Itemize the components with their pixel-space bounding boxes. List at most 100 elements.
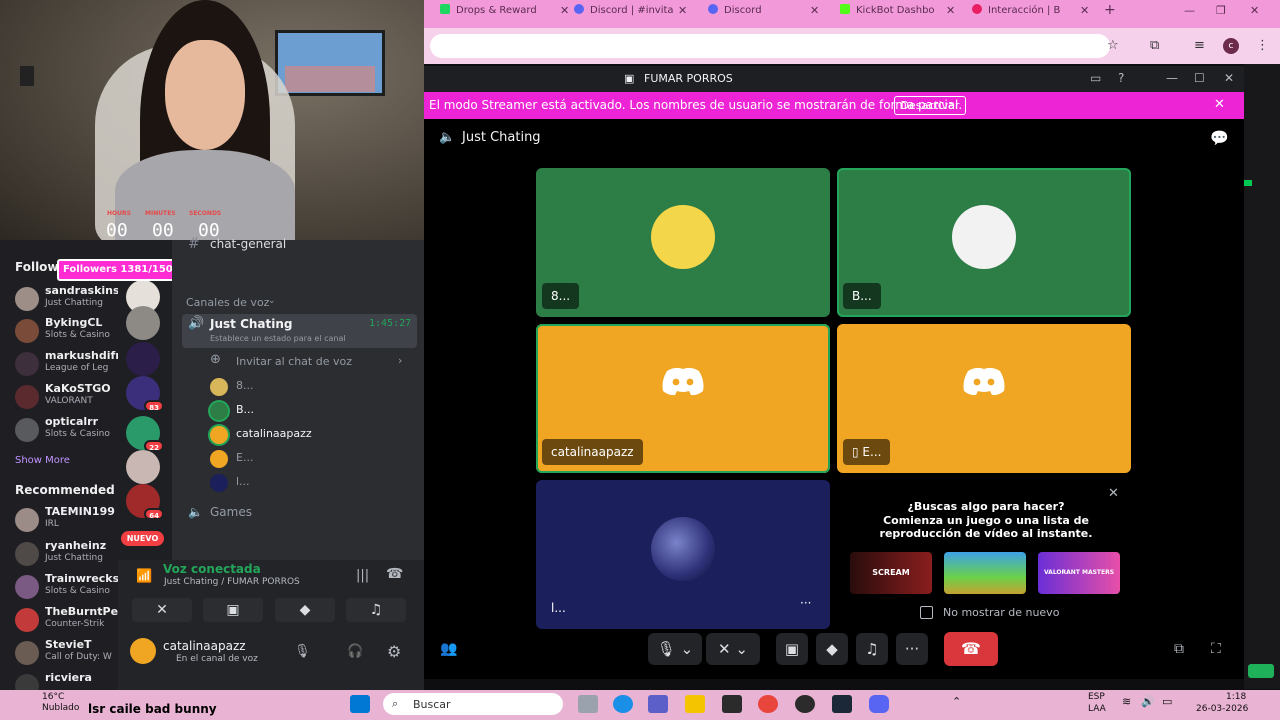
discord-taskbar-icon[interactable] <box>869 695 889 713</box>
activities-button[interactable]: ◆ <box>816 633 848 665</box>
camera-button[interactable]: ✕ ⌄ <box>706 633 760 665</box>
recommended-channel[interactable]: TheBurntPe Counter-Strik <box>15 605 125 637</box>
maximize-icon[interactable]: ☐ <box>1194 71 1205 85</box>
server-icon[interactable]: 64 <box>126 484 164 520</box>
address-bar[interactable] <box>430 34 1110 58</box>
server-icon[interactable]: 22 <box>126 416 164 452</box>
screen-share-button[interactable]: ▣ <box>203 598 263 622</box>
headset-icon[interactable]: 🎧 <box>347 644 363 659</box>
noise-suppression-icon[interactable]: ||| <box>356 568 369 583</box>
weather-temp[interactable]: 16°C <box>42 692 64 702</box>
server-icon[interactable] <box>126 306 160 340</box>
no-show-checkbox[interactable] <box>920 606 933 619</box>
close-tab-icon[interactable]: ✕ <box>678 4 687 17</box>
voice-member[interactable]: E... <box>210 448 410 468</box>
task-view-icon[interactable] <box>578 695 598 713</box>
volume-icon[interactable]: 🔊 <box>1141 695 1155 708</box>
participant-tile[interactable]: ▯ E... <box>837 324 1131 473</box>
chevron-up-icon[interactable]: ⌃ <box>952 695 961 708</box>
minimize-icon[interactable]: — <box>1166 71 1178 85</box>
help-icon[interactable]: ? <box>1118 71 1124 85</box>
browser-tab[interactable]: Drops & Reward ✕ <box>440 4 570 24</box>
followed-channel[interactable]: opticalrr Slots & Casino <box>15 415 125 447</box>
server-icon[interactable]: 83 <box>126 376 164 412</box>
extensions-icon[interactable]: ⧉ <box>1150 38 1159 53</box>
obs-icon[interactable] <box>795 695 815 713</box>
more-options-icon[interactable]: ··· <box>800 596 811 610</box>
recommended-channel[interactable]: ryanheinz Just Chatting <box>15 539 125 571</box>
battery-icon[interactable]: ▭ <box>1162 695 1172 708</box>
steam-icon[interactable] <box>832 695 852 713</box>
participant-tile[interactable]: l... ··· <box>536 480 830 629</box>
camera-off-button[interactable]: ✕ <box>132 598 192 622</box>
close-window-icon[interactable]: ✕ <box>1250 4 1259 24</box>
settings-gear-icon[interactable]: ⚙ <box>387 642 401 661</box>
close-tab-icon[interactable]: ✕ <box>810 4 819 17</box>
followed-channel[interactable]: KaKoSTGO VALORANT <box>15 382 125 414</box>
voice-member[interactable]: l... <box>210 472 410 492</box>
show-more-link[interactable]: Show More <box>15 455 70 466</box>
fullscreen-icon[interactable]: ⛶ <box>1211 641 1221 657</box>
followed-channel[interactable]: sandraskins Just Chatting <box>15 284 125 316</box>
voice-member[interactable]: catalinaapazz <box>210 424 410 444</box>
file-explorer-icon[interactable] <box>685 695 705 713</box>
close-tab-icon[interactable]: ✕ <box>1080 4 1089 17</box>
valorant-activity[interactable]: VALORANT MASTERS <box>1038 552 1120 594</box>
language-bottom[interactable]: LAA <box>1088 704 1106 714</box>
more-button[interactable]: ··· <box>896 633 928 665</box>
edge-icon[interactable] <box>613 695 633 713</box>
close-tab-icon[interactable]: ✕ <box>946 4 955 17</box>
windows-start-icon[interactable] <box>350 695 370 713</box>
leave-call-button[interactable]: ☎ <box>944 632 998 666</box>
taskbar-search[interactable]: ⌕ Buscar <box>383 693 563 715</box>
voice-channels-header[interactable]: Canales de voz <box>186 296 269 309</box>
participant-tile[interactable]: 8... <box>536 168 830 317</box>
scream-activity[interactable]: SCREAM <box>850 552 932 594</box>
recommended-channel[interactable]: Trainwrecks Slots & Casino <box>15 572 125 604</box>
close-icon[interactable]: ✕ <box>1108 486 1119 501</box>
soundboard-button[interactable]: ♫ <box>346 598 406 622</box>
clock-time[interactable]: 1:18 <box>1226 692 1246 702</box>
maximize-icon[interactable]: ❐ <box>1216 4 1226 24</box>
chrome-icon[interactable] <box>758 695 778 713</box>
weather-desc[interactable]: Nublado <box>42 703 79 713</box>
browser-tab[interactable]: Discord | #invita ✕ <box>574 4 704 24</box>
deactivate-streamer-button[interactable]: Desactivar <box>894 96 966 115</box>
voice-member[interactable]: B... <box>210 400 410 420</box>
language-top[interactable]: ESP <box>1088 692 1105 702</box>
store-icon[interactable] <box>722 695 742 713</box>
copilot-icon[interactable] <box>648 695 668 713</box>
kebab-menu-icon[interactable]: ⋮ <box>1256 38 1269 53</box>
browser-tab[interactable]: KickBot Dashbo ✕ <box>840 4 970 24</box>
voice-connected-title[interactable]: Voz conectada <box>163 562 261 576</box>
voice-member[interactable]: 8... <box>210 376 410 396</box>
chat-send-button[interactable] <box>1248 664 1274 678</box>
recommended-channel[interactable]: TAEMIN199 IRL <box>15 505 125 537</box>
microphone-button[interactable]: 🎙 ⌄ <box>648 633 702 665</box>
pop-out-icon[interactable]: ⧉ <box>1174 641 1184 657</box>
wifi-icon[interactable]: ≋ <box>1122 695 1131 708</box>
text-channel-name[interactable]: chat-general <box>210 237 286 251</box>
minimize-icon[interactable]: — <box>1184 4 1195 24</box>
soundboard-button[interactable]: ♫ <box>856 633 888 665</box>
bookmark-star-icon[interactable]: ☆ <box>1107 38 1119 53</box>
participant-tile[interactable]: catalinaapazz <box>536 324 830 473</box>
chat-bubble-icon[interactable]: 💬 <box>1210 129 1229 147</box>
followed-channel[interactable]: BykingCL Slots & Casino <box>15 316 125 348</box>
new-tab-button[interactable]: + <box>1104 2 1116 22</box>
participant-tile[interactable]: B... <box>837 168 1131 317</box>
profile-avatar[interactable]: c <box>1223 38 1239 54</box>
server-icon[interactable] <box>126 342 160 376</box>
recommended-channel[interactable]: StevieT Call of Duty: W <box>15 638 125 670</box>
activities-button[interactable]: ◆ <box>275 598 335 622</box>
screen-share-button[interactable]: ▣ <box>776 633 808 665</box>
close-window-icon[interactable]: ✕ <box>1224 71 1234 85</box>
invite-voice-chat[interactable]: ⊕ Invitar al chat de voz › <box>210 352 410 372</box>
clock-date[interactable]: 26-03-2026 <box>1196 704 1248 714</box>
followed-channel[interactable]: markushdifr League of Leg <box>15 349 125 381</box>
active-voice-channel[interactable]: 🔊 Just Chating 1:45:27 Establece un esta… <box>182 314 417 348</box>
inbox-icon[interactable]: ▭ <box>1090 71 1101 85</box>
microphone-icon[interactable]: 🎙 <box>294 644 311 659</box>
games-channel[interactable]: Games <box>210 505 252 519</box>
disconnect-icon[interactable]: ☎ <box>386 566 403 582</box>
